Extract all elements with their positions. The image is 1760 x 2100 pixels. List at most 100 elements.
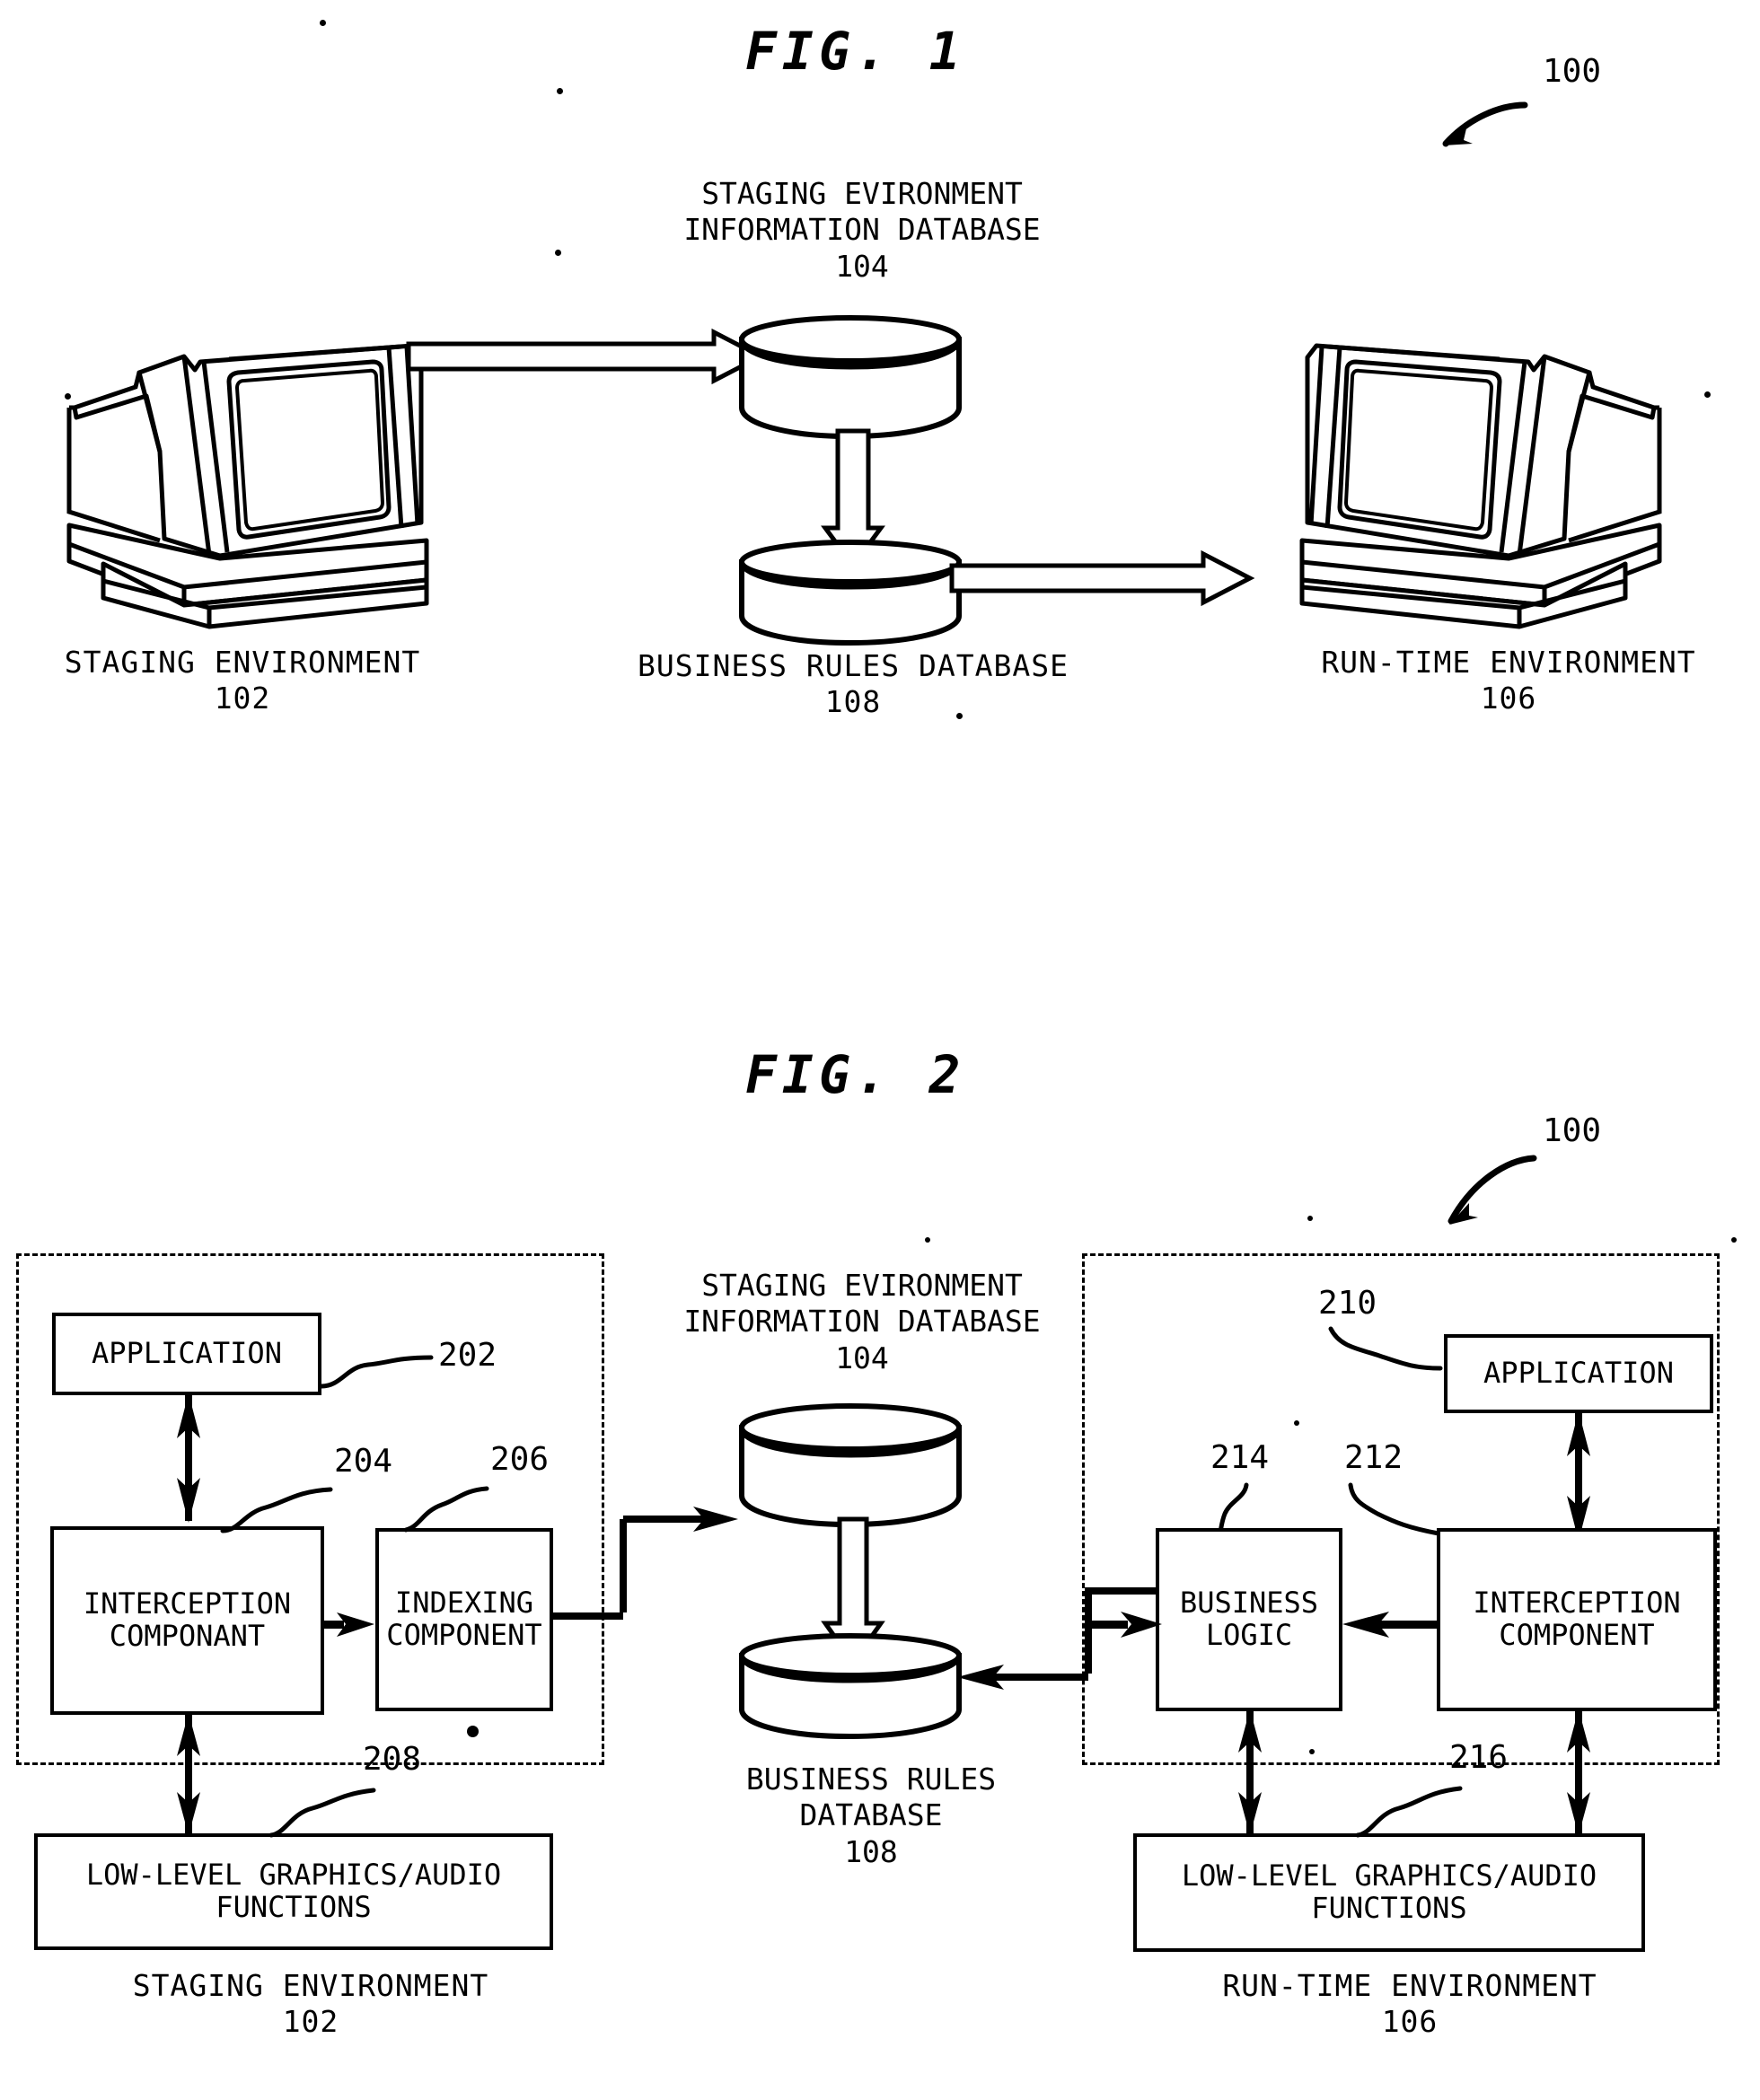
- staging-environment-label: STAGING ENVIRONMENT: [132, 1968, 489, 2003]
- solid-arrow-left-icon: [1342, 1612, 1447, 1638]
- staging-environment-computer-figure-1: [49, 332, 429, 629]
- block-label: APPLICATION: [92, 1336, 282, 1371]
- database-cylinder-icon: [739, 315, 962, 440]
- scan-artifact: [555, 250, 561, 256]
- scan-artifact: [1309, 1749, 1315, 1754]
- leader-line-icon: [319, 1355, 434, 1389]
- database-cylinder-icon: [739, 1633, 962, 1740]
- ref-number-212: 212: [1344, 1439, 1404, 1476]
- solid-double-arrow-vertical-icon: [1567, 1411, 1590, 1541]
- block-interception-componant-staging[interactable]: INTERCEPTION COMPONANT: [50, 1526, 324, 1715]
- figure-1: FIG. 1 100 STAGING EVIRONMENT INFORMATIO…: [0, 0, 1760, 979]
- arrow-indexing-to-staging-db: [550, 1507, 747, 1657]
- leader-line-icon: [1328, 1326, 1443, 1371]
- arrow-application-to-interception-runtime: [1561, 1410, 1597, 1542]
- staging-environment-ref-number: 102: [282, 2004, 339, 2040]
- arrow-application-to-interception-staging: [171, 1392, 207, 1524]
- business-rules-db-ref-number: 108: [844, 1833, 898, 1869]
- staging-db-caption-figure-1: STAGING EVIRONMENT INFORMATION DATABASE …: [593, 176, 1131, 285]
- arrow-rules-db-to-business-logic: [1085, 1605, 1166, 1645]
- block-low-level-graphics-audio-runtime[interactable]: LOW-LEVEL GRAPHICS/AUDIO FUNCTIONS: [1133, 1833, 1645, 1952]
- leader-202: [319, 1331, 436, 1389]
- block-interception-component-runtime[interactable]: INTERCEPTION COMPONENT: [1437, 1528, 1717, 1711]
- ref-number-204: 204: [334, 1443, 393, 1480]
- scan-artifact: [925, 1237, 930, 1243]
- business-rules-db-label-line1: BUSINESS RULES: [745, 1762, 997, 1797]
- staging-db-label-line2: INFORMATION DATABASE: [683, 1304, 1041, 1340]
- runtime-environment-computer-figure-1: [1299, 332, 1679, 629]
- leader-212: [1347, 1481, 1446, 1541]
- crt-computer-icon: [1299, 343, 1662, 629]
- staging-db-label-line2: INFORMATION DATABASE: [683, 212, 1041, 248]
- solid-arrow-right-icon: [322, 1612, 374, 1637]
- arrow-staging-to-staging-db: [406, 328, 768, 391]
- business-rules-db-label: BUSINESS RULES DATABASE: [638, 648, 1069, 683]
- hollow-block-arrow-right-icon: [949, 549, 1255, 607]
- solid-arrow-right-icon: [1085, 1612, 1162, 1638]
- block-indexing-component[interactable]: INDEXING COMPONENT: [375, 1528, 553, 1711]
- leader-210: [1327, 1326, 1444, 1377]
- business-rules-database-figure-2: [735, 1632, 968, 1744]
- staging-environment-caption-figure-1: STAGING ENVIRONMENT 102: [9, 645, 476, 717]
- arrow-rules-db-to-runtime: [949, 549, 1257, 612]
- solid-double-arrow-vertical-icon: [1238, 1709, 1262, 1835]
- staging-db-label-line1: STAGING EVIRONMENT: [701, 1268, 1023, 1303]
- block-application-staging[interactable]: APPLICATION: [52, 1313, 321, 1395]
- solid-double-arrow-vertical-icon: [177, 1713, 200, 1835]
- block-label: BUSINESS LOGIC: [1179, 1586, 1319, 1652]
- scan-artifact: [1307, 1216, 1313, 1221]
- staging-db-ref-number: 104: [835, 1340, 889, 1375]
- ref-number-216: 216: [1449, 1739, 1509, 1776]
- crt-computer-icon: [66, 343, 429, 629]
- block-label: LOW-LEVEL GRAPHICS/AUDIO FUNCTIONS: [1181, 1858, 1597, 1925]
- arrow-interception-to-lowlevel-staging: [171, 1711, 207, 1837]
- block-business-logic[interactable]: BUSINESS LOGIC: [1156, 1528, 1342, 1711]
- business-rules-database-caption-figure-1: BUSINESS RULES DATABASE 108: [593, 648, 1113, 721]
- scan-artifact: [65, 393, 71, 400]
- leader-line-icon: [1355, 1786, 1463, 1838]
- runtime-environment-ref-number: 106: [1480, 681, 1537, 716]
- leader-line-icon: [268, 1788, 376, 1838]
- system-ref-number-figure-2: 100: [1543, 1112, 1602, 1149]
- scan-artifact: [320, 20, 326, 26]
- figure-1-title: FIG. 1: [745, 21, 966, 82]
- staging-db-ref-number: 104: [835, 248, 889, 284]
- hollow-block-arrow-right-icon: [406, 328, 766, 385]
- figure-2: FIG. 2 100 APPLICATION 202 INTERCEPTION …: [0, 1015, 1760, 2100]
- scan-artifact: [557, 88, 563, 94]
- business-rules-db-ref-number: 108: [824, 684, 882, 720]
- business-rules-db-label-line2: DATABASE: [799, 1797, 943, 1833]
- scan-artifact: [467, 1726, 479, 1737]
- solid-double-arrow-vertical-icon: [1567, 1709, 1590, 1835]
- staging-db-caption-figure-2: STAGING EVIRONMENT INFORMATION DATABASE …: [629, 1268, 1096, 1376]
- block-label: INTERCEPTION COMPONANT: [83, 1586, 292, 1653]
- ref-number-206: 206: [490, 1441, 550, 1478]
- staging-information-database-figure-1: [735, 314, 968, 444]
- block-label: APPLICATION: [1483, 1356, 1674, 1391]
- scan-artifact: [1704, 391, 1711, 398]
- solid-arrow-right-icon: [550, 1507, 738, 1620]
- runtime-environment-ref-number: 106: [1381, 2004, 1439, 2040]
- runtime-environment-caption-figure-1: RUN-TIME ENVIRONMENT 106: [1275, 645, 1742, 717]
- arrow-business-logic-to-lowlevel: [1232, 1708, 1268, 1837]
- ref-number-214: 214: [1210, 1439, 1270, 1476]
- ref-number-210: 210: [1318, 1285, 1377, 1322]
- arrow-interception-to-indexing: [322, 1607, 376, 1643]
- figure-2-title: FIG. 2: [745, 1044, 966, 1105]
- staging-information-database-figure-2: [735, 1402, 968, 1533]
- ref-number-208: 208: [363, 1741, 422, 1778]
- block-application-runtime[interactable]: APPLICATION: [1444, 1334, 1713, 1413]
- solid-double-arrow-vertical-icon: [177, 1393, 200, 1523]
- arrow-interception-to-business-logic: [1341, 1605, 1448, 1645]
- leader-line-icon: [1348, 1482, 1441, 1536]
- runtime-environment-caption-figure-2: RUN-TIME ENVIRONMENT 106: [1158, 1968, 1661, 2041]
- block-label: INTERCEPTION COMPONENT: [1473, 1586, 1681, 1652]
- staging-db-label-line1: STAGING EVIRONMENT: [701, 176, 1023, 211]
- staging-environment-label: STAGING ENVIRONMENT: [64, 645, 421, 680]
- scan-artifact: [1731, 1237, 1737, 1243]
- block-label: INDEXING COMPONENT: [386, 1586, 542, 1652]
- staging-environment-caption-figure-2: STAGING ENVIRONMENT 102: [59, 1968, 562, 2041]
- staging-environment-ref-number: 102: [214, 681, 271, 716]
- ref-number-202: 202: [438, 1337, 497, 1374]
- block-low-level-graphics-audio-staging[interactable]: LOW-LEVEL GRAPHICS/AUDIO FUNCTIONS: [34, 1833, 553, 1950]
